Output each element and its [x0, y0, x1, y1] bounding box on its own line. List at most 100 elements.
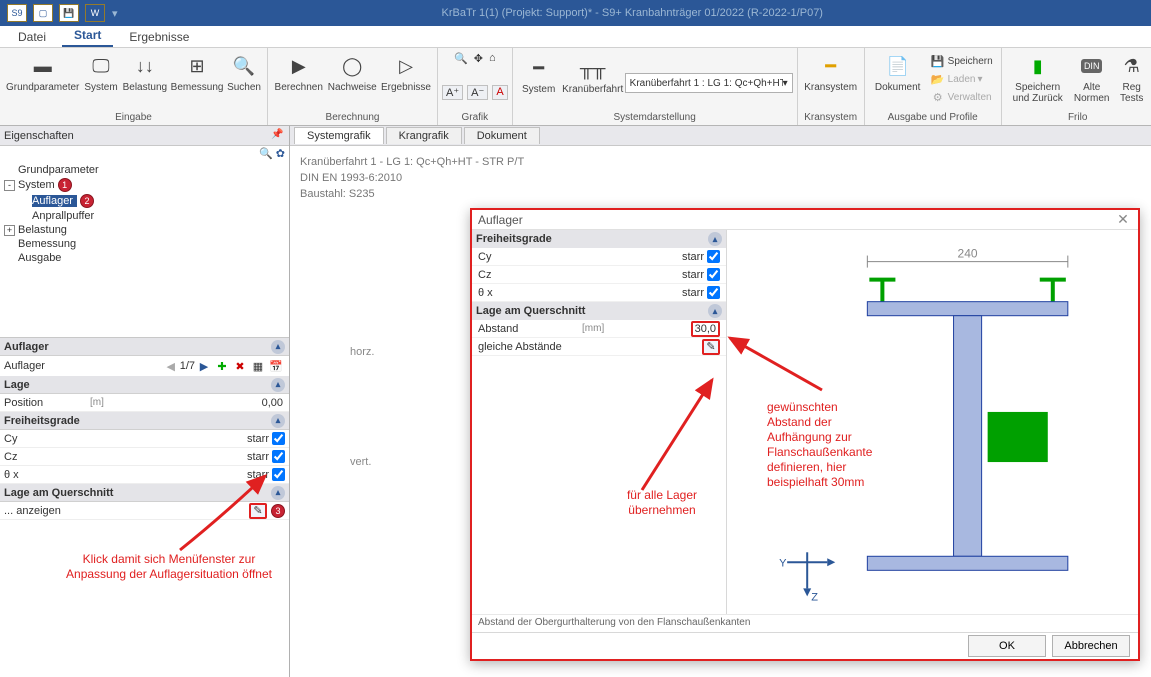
app-icon[interactable]: S9 — [7, 4, 27, 22]
rbtn-save-back[interactable]: ▮Speichern und Zurück — [1006, 50, 1070, 108]
crane-icon: ╥╥ — [579, 54, 607, 82]
save-icon[interactable]: 💾 — [59, 4, 79, 22]
collapse-section-icon[interactable]: ▴ — [271, 378, 285, 392]
nav-tree: Grundparameter -System1 Auflager2 Anpral… — [0, 161, 289, 267]
next-icon[interactable]: ▶ — [196, 358, 212, 374]
rbtn-system2[interactable]: ━System — [517, 52, 561, 110]
rbtn-label: Verwalten — [948, 92, 992, 103]
group-label: Eingabe — [4, 112, 263, 125]
dlg-thx-checkbox[interactable] — [707, 286, 720, 299]
doc-icon: 📄 — [884, 52, 912, 80]
tab-krangrafik[interactable]: Krangrafik — [386, 127, 462, 144]
tab-systemgrafik[interactable]: Systemgrafik — [294, 127, 384, 144]
rbtn-label: Alte Normen — [1072, 82, 1112, 104]
tree-ausgabe[interactable]: Ausgabe — [4, 251, 285, 265]
apply-all-button[interactable]: ✎ — [702, 339, 720, 355]
menu-start[interactable]: Start — [62, 25, 113, 47]
prop-key: Cy — [0, 433, 90, 445]
menu-datei[interactable]: Datei — [6, 27, 58, 47]
zoom-icon[interactable]: 🔍 — [454, 52, 468, 65]
badge-1: 1 — [58, 178, 72, 192]
rbtn-ergebnisse[interactable]: ▷Ergebnisse — [379, 50, 433, 108]
pin-icon[interactable]: 📌 — [271, 129, 285, 143]
collapse-section-icon[interactable]: ▴ — [271, 486, 285, 500]
font-color[interactable]: A — [492, 85, 507, 100]
cz-checkbox[interactable] — [272, 450, 285, 463]
menu-ergebnisse[interactable]: Ergebnisse — [117, 27, 201, 47]
edit-auflager-button[interactable]: ✎ — [249, 503, 267, 519]
cy-checkbox[interactable] — [272, 432, 285, 445]
rbtn-verwalten[interactable]: ⚙Verwalten — [927, 88, 997, 106]
rbtn-label: Belastung — [123, 82, 167, 93]
collapse-section-icon[interactable]: ▴ — [708, 232, 722, 246]
dialog-status: Abstand der Obergurthalterung von den Fl… — [472, 614, 1138, 632]
font-bigger[interactable]: A⁺ — [442, 85, 463, 100]
nav-count: 1/7 — [180, 360, 195, 372]
rbtn-berechnen[interactable]: ▶Berechnen — [272, 50, 325, 108]
new-doc-icon[interactable]: ▢ — [33, 4, 53, 22]
pan-icon[interactable]: ✥ — [474, 52, 483, 65]
expand-icon[interactable]: + — [4, 225, 15, 236]
section-title: Freiheitsgrade — [4, 415, 80, 427]
font-smaller[interactable]: A⁻ — [467, 85, 488, 100]
tree-belastung[interactable]: +Belastung — [4, 223, 285, 237]
rbtn-dokument[interactable]: 📄Dokument — [869, 50, 927, 108]
manage-prof-icon: ⚙ — [931, 90, 945, 104]
rbtn-regtests[interactable]: ⚗Reg Tests — [1114, 50, 1150, 108]
grid-icon[interactable]: ▦ — [250, 358, 266, 374]
rbtn-alte-normen[interactable]: DINAlte Normen — [1070, 50, 1114, 108]
cancel-button[interactable]: Abbrechen — [1052, 635, 1130, 657]
graphic-header: Kranüberfahrt 1 - LG 1: Qc+Qh+HT - STR P… — [300, 154, 1141, 202]
tree-auflager[interactable]: Auflager2 — [4, 193, 285, 209]
rbtn-bemessung[interactable]: ⊞Bemessung — [169, 50, 225, 108]
check-icon: ◯ — [338, 52, 366, 80]
dlg-cy-checkbox[interactable] — [707, 250, 720, 263]
tree-system[interactable]: -System1 — [4, 177, 285, 193]
tree-anprallpuffer[interactable]: Anprallpuffer — [4, 209, 285, 223]
search-tree-icon[interactable]: 🔍 — [259, 148, 273, 160]
home-icon[interactable]: ⌂ — [489, 52, 496, 65]
rbtn-label: Kransystem — [804, 82, 857, 93]
thx-checkbox[interactable] — [272, 468, 285, 481]
rbtn-speichern[interactable]: 💾Speichern — [927, 52, 997, 70]
cal-icon[interactable]: 📅 — [268, 358, 284, 374]
tree-bemessung[interactable]: Bemessung — [4, 237, 285, 251]
rbtn-label: Berechnen — [275, 82, 323, 93]
prop-value: starr — [247, 451, 269, 463]
rbtn-label: Reg Tests — [1116, 82, 1148, 104]
rbtn-label: Kranüberfahrt — [562, 84, 623, 95]
gear-tree-icon[interactable]: ✿ — [276, 148, 285, 160]
combo-kranueberfahrt[interactable]: Kranüberfahrt 1 : LG 1: Qc+Qh+HT - S ▾ — [625, 73, 793, 93]
add-icon[interactable]: ✚ — [214, 358, 230, 374]
load-icon: ↓↓ — [131, 52, 159, 80]
rbtn-grundparameter[interactable]: ▬Grundparameter — [4, 50, 81, 108]
tree-grundparameter[interactable]: Grundparameter — [4, 163, 285, 177]
rbtn-kransystem[interactable]: ━Kransystem — [802, 50, 860, 108]
collapse-section-icon[interactable]: ▴ — [708, 304, 722, 318]
first-icon[interactable]: ◀ — [163, 358, 179, 374]
property-grid: Auflager▴ Auflager ◀ 1/7 ▶ ✚ ✖ ▦ 📅 Lage▴… — [0, 337, 289, 520]
ok-button[interactable]: OK — [968, 635, 1046, 657]
prop-value[interactable]: 0,00 — [130, 397, 289, 409]
prop-key: Cy — [472, 251, 582, 263]
rbtn-laden[interactable]: 📂Laden▾ — [927, 70, 997, 88]
close-icon[interactable]: ✕ — [1114, 211, 1132, 229]
tab-dokument[interactable]: Dokument — [464, 127, 540, 144]
prop-value: starr — [682, 251, 704, 263]
rbtn-system[interactable]: 🖵System — [81, 50, 120, 108]
dialog-property-grid: Freiheitsgrade▴ Cystarr Czstarr θ xstarr… — [472, 230, 727, 614]
rbtn-suchen[interactable]: 🔍Suchen — [225, 50, 263, 108]
menubar: Datei Start Ergebnisse — [0, 26, 1151, 48]
rbtn-label: Suchen — [227, 82, 261, 93]
rbtn-nachweise[interactable]: ◯Nachweise — [325, 50, 378, 108]
rbtn-kranueberfahrt[interactable]: ╥╥ Kranüberfahrt — [561, 52, 625, 110]
delete-icon[interactable]: ✖ — [232, 358, 248, 374]
collapse-icon[interactable]: - — [4, 180, 15, 191]
word-icon[interactable]: W — [85, 4, 105, 22]
collapse-section-icon[interactable]: ▴ — [271, 414, 285, 428]
rbtn-belastung[interactable]: ↓↓ Belastung — [121, 50, 169, 108]
din-icon: DIN — [1078, 52, 1106, 80]
collapse-section-icon[interactable]: ▴ — [271, 340, 285, 354]
dlg-cz-checkbox[interactable] — [707, 268, 720, 281]
abstand-value[interactable]: 30,0 — [691, 321, 720, 337]
